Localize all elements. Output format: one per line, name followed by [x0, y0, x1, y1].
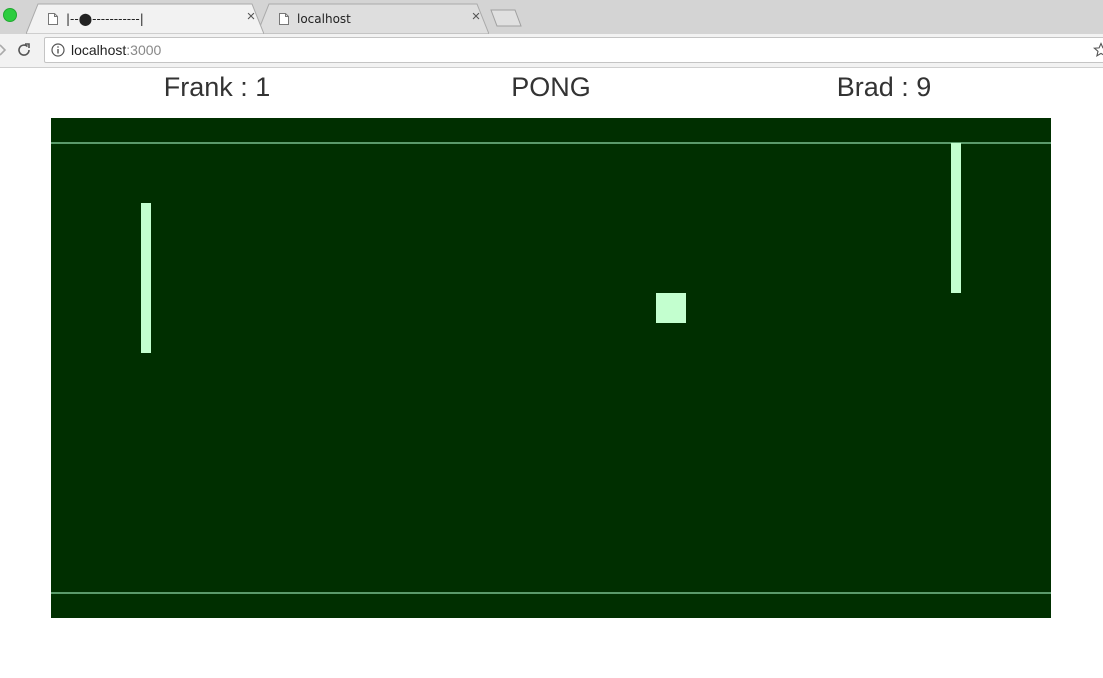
star-icon[interactable] [1093, 42, 1103, 58]
game-court[interactable] [51, 118, 1051, 618]
info-icon[interactable] [51, 43, 65, 57]
left-player-score: Frank : 1 [164, 72, 271, 103]
tab-title: |--⬤-----------| [66, 12, 144, 26]
reload-icon[interactable] [16, 42, 32, 58]
right-player-name: Brad [836, 72, 894, 102]
new-tab-button[interactable] [487, 9, 525, 27]
browser-toolbar: localhost:3000 [0, 34, 1103, 68]
close-icon[interactable]: × [244, 9, 258, 24]
tab-active[interactable]: |--⬤-----------| × [26, 3, 264, 34]
game-title: PONG [511, 72, 591, 102]
chevron-right-icon[interactable] [0, 43, 8, 57]
tab-strip: |--⬤-----------| × localhost × [0, 0, 1103, 34]
score-separator: : [893, 72, 917, 102]
ball [656, 293, 686, 323]
top-wall [51, 142, 1051, 144]
url-port: :3000 [126, 42, 162, 58]
left-player-name: Frank [163, 72, 233, 102]
tab-title: localhost [297, 12, 351, 26]
bottom-wall [51, 592, 1051, 594]
url-text[interactable]: localhost:3000 [71, 42, 161, 58]
right-player-points: 9 [916, 72, 932, 102]
scoreboard: Frank : 1 PONG Brad : 9 [0, 68, 1103, 116]
page-icon [48, 13, 58, 25]
close-icon[interactable]: × [469, 9, 483, 24]
page-icon [279, 13, 289, 25]
right-player-score: Brad : 9 [837, 72, 932, 103]
left-paddle[interactable] [141, 203, 151, 353]
score-separator: : [232, 72, 256, 102]
left-player-points: 1 [255, 72, 271, 102]
right-paddle[interactable] [951, 143, 961, 293]
window-zoom-button[interactable] [3, 8, 17, 22]
address-bar[interactable]: localhost:3000 [44, 37, 1103, 63]
url-host: localhost [71, 42, 127, 58]
tab-localhost[interactable]: localhost × [257, 3, 489, 34]
